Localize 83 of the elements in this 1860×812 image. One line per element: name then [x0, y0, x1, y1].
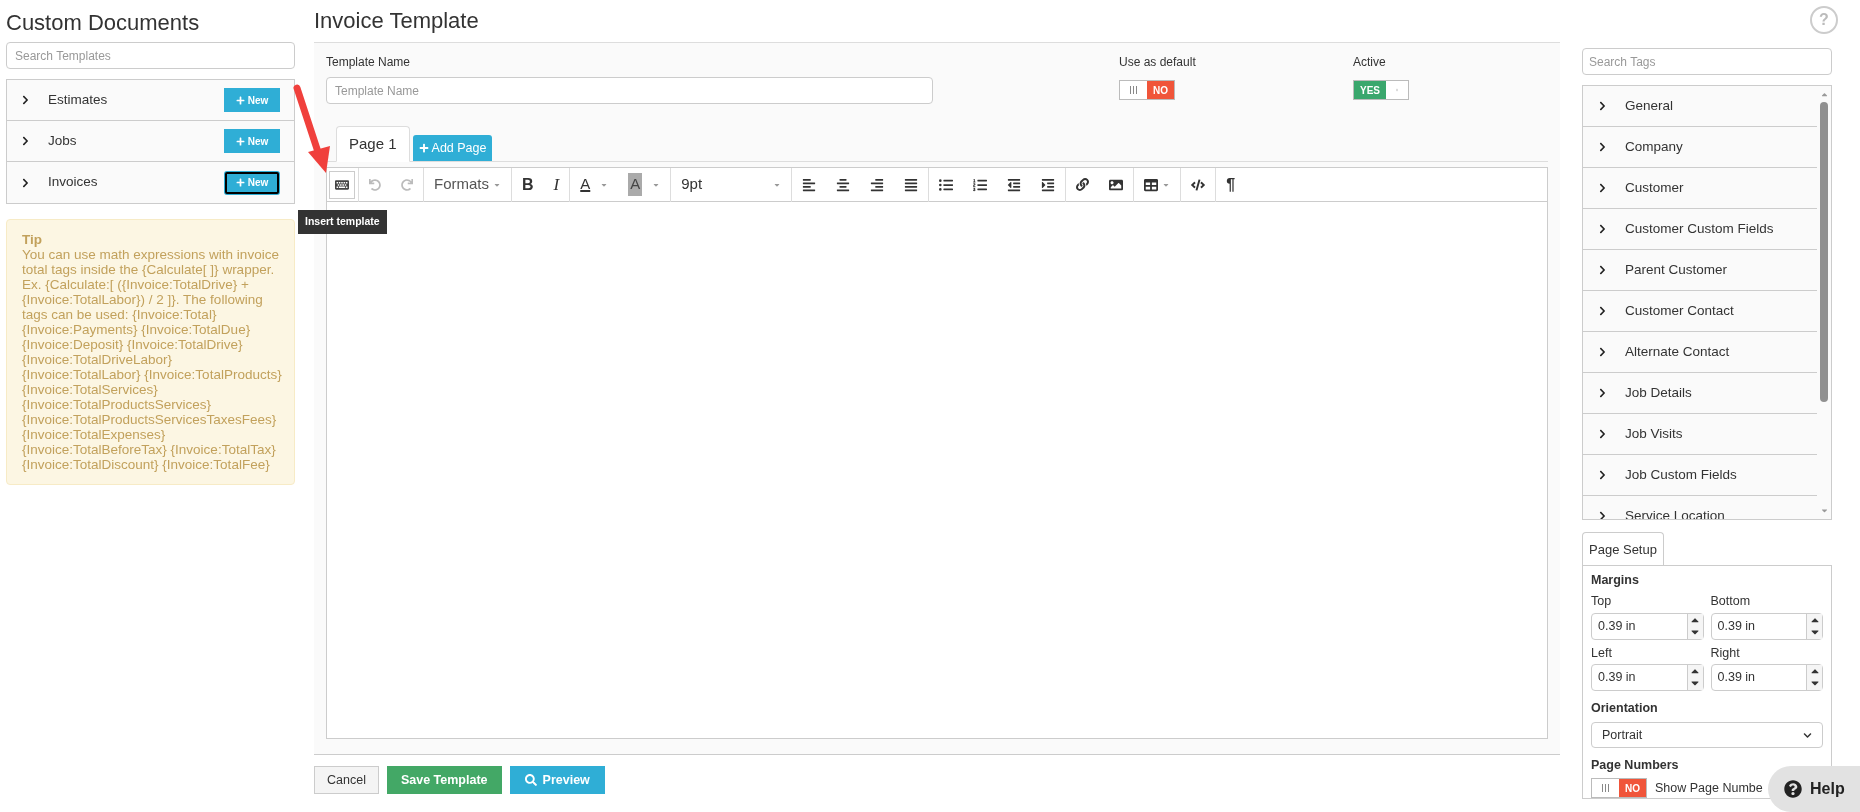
- plus-icon: [418, 143, 429, 153]
- toggle-state: YES: [1354, 81, 1386, 99]
- section-title: Orientation: [1591, 700, 1659, 718]
- category-label: Estimates: [48, 90, 109, 109]
- align-center-icon: [836, 177, 851, 192]
- plus-icon: [235, 136, 245, 146]
- number-field[interactable]: 0.39 in: [1591, 664, 1704, 692]
- scroll-down-icon[interactable]: [1819, 506, 1829, 515]
- scroll-up-icon[interactable]: [1819, 90, 1829, 99]
- chevron-icon: [21, 136, 30, 146]
- number-field[interactable]: 0.39 in: [1591, 612, 1704, 640]
- undo-icon: [369, 178, 381, 191]
- category-label: Jobs: [48, 131, 78, 150]
- align-left-icon: [802, 177, 817, 192]
- section-title: Margins: [1591, 572, 1640, 589]
- toggle-state: NO: [1619, 779, 1646, 797]
- chevron-icon: [1598, 265, 1607, 275]
- chevron-icon: [1598, 224, 1607, 234]
- section-title: Page Numbers: [1591, 757, 1680, 775]
- link-icon: [1076, 178, 1090, 191]
- bullet-list-icon: [939, 177, 954, 192]
- chevron-icon: [1598, 142, 1607, 152]
- category-row[interactable]: Jobs New: [7, 121, 294, 162]
- chevron-icon: [1598, 470, 1607, 480]
- category-label: Invoices: [48, 173, 99, 192]
- justify-icon: [904, 177, 919, 192]
- field-label: Active: [1353, 54, 1387, 71]
- page-title: Custom Documents: [6, 9, 201, 37]
- page-tab[interactable]: Page 1: [336, 126, 410, 162]
- redo-icon: [401, 178, 413, 191]
- code-icon: [1191, 177, 1206, 192]
- plus-icon: [235, 95, 245, 105]
- page-setup-tab[interactable]: Page Setup: [1582, 532, 1664, 566]
- tip-title: Tip: [22, 232, 43, 247]
- chevron-icon: [21, 177, 30, 188]
- tip-text: You can use math expressions with invoice total tags inside the {Calculate[ ]} wrapper. Ex. {Calculate:[ ({Invoice:TotalDrive} + {Invoice:TotalLabor}) / 2 ]}. The following tags can be used: {Invoice:Total} {Invoice:Payments} {Invoice:TotalDue} {Invoice:Deposit} {Invoice:TotalDrive} {Invoice:TotalDriveLabor} {Invoice:TotalLabor} {Invoice:TotalProducts} {Invoice:TotalServices} {Invoice:TotalProductsServices} {Invoice:TotalProductsServicesTaxesFees} {Invoice:TotalExpenses} {Invoice:TotalBeforeTax} {Invoice:TotalTax} {Invoice:TotalDiscount} {Invoice:TotalFee}: [22, 247, 282, 472]
- search-field[interactable]: Search Tags: [1582, 48, 1832, 75]
- image-icon: [1109, 177, 1124, 192]
- insert-template-button[interactable]: [329, 170, 355, 199]
- background-color-button[interactable]: A: [618, 170, 671, 199]
- category-row[interactable]: Estimates New: [7, 80, 294, 121]
- toggle-caption: Show Page Numbe: [1655, 779, 1763, 797]
- outdent-icon: [1007, 177, 1022, 192]
- numbered-list-icon: [973, 177, 988, 192]
- category-row[interactable]: Invoices New: [7, 162, 294, 203]
- table-icon: [1144, 177, 1159, 192]
- chevron-icon: [21, 95, 30, 105]
- number-field[interactable]: 0.39 in: [1710, 664, 1823, 692]
- field-label: Left: [1591, 644, 1613, 662]
- indent-icon: [1041, 177, 1056, 192]
- font-size-dropdown[interactable]: 9pt: [671, 170, 792, 199]
- search-icon: [524, 774, 537, 786]
- bold-button[interactable]: B: [512, 170, 544, 199]
- field-label: Use as default: [1119, 54, 1197, 71]
- field-label: Top: [1591, 592, 1613, 610]
- cancel-button[interactable]: Cancel: [314, 766, 379, 794]
- italic-button[interactable]: I: [543, 170, 570, 199]
- search-field[interactable]: Search Templates: [6, 42, 295, 69]
- chevron-icon: [1598, 388, 1607, 398]
- chevron-icon: [1598, 511, 1607, 519]
- formats-dropdown[interactable]: Formats: [424, 170, 511, 199]
- orientation-select[interactable]: Portrait: [1591, 722, 1823, 749]
- text-color-button[interactable]: A: [570, 170, 619, 199]
- number-field[interactable]: 0.39 in: [1710, 612, 1823, 640]
- align-right-icon: [870, 177, 885, 192]
- field-label: Right: [1710, 644, 1741, 662]
- keyboard-icon: [335, 177, 349, 192]
- template-name-field[interactable]: Template Name: [326, 77, 933, 104]
- chevron-icon: [1598, 347, 1607, 357]
- help-icon: [1784, 780, 1802, 798]
- toggle-state: NO: [1147, 81, 1174, 99]
- field-label: Bottom: [1710, 592, 1752, 610]
- help-button[interactable]: Help: [1768, 766, 1860, 812]
- editor-title: Invoice Template: [314, 7, 480, 35]
- chevron-icon: [1598, 183, 1607, 193]
- plus-icon: [235, 178, 245, 187]
- field-label: Template Name: [326, 54, 412, 71]
- chevron-icon: [1598, 429, 1607, 439]
- chevron-icon: [1598, 306, 1607, 316]
- tooltip: Insert template: [298, 210, 387, 234]
- paragraph-button[interactable]: ¶: [1216, 170, 1246, 199]
- chevron-icon: [1598, 101, 1607, 111]
- chevron-down-icon: [1803, 730, 1812, 740]
